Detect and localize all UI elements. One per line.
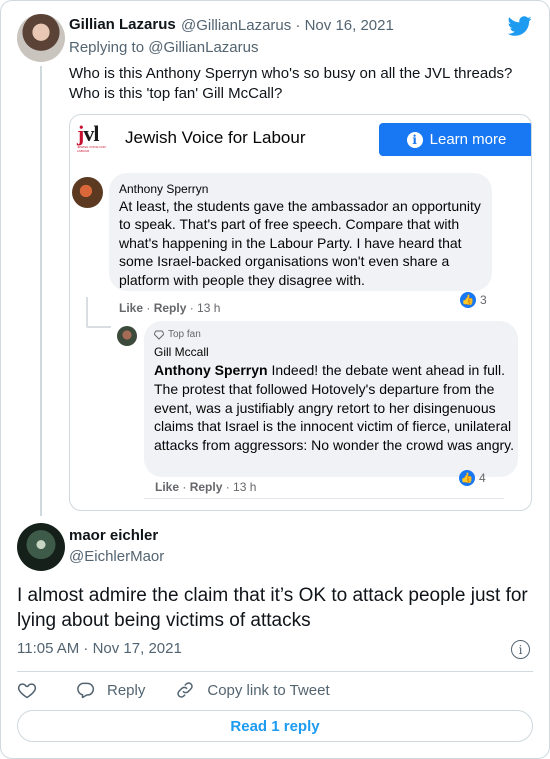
like-label: Like: [155, 480, 180, 494]
avatar[interactable]: [17, 14, 65, 62]
avatar: [117, 326, 137, 346]
reply-button[interactable]: Reply: [75, 680, 145, 700]
link-icon: [177, 682, 194, 698]
author-name[interactable]: Gillian Lazarus: [69, 16, 176, 33]
page-name: Jewish Voice for Labour: [125, 128, 306, 147]
mention: Anthony Sperryn: [154, 362, 268, 378]
reaction-count: 👍 3: [460, 292, 487, 308]
diamond-icon: [154, 330, 164, 340]
thread-line: [40, 66, 42, 516]
copy-link-label: Copy link to Tweet: [207, 681, 330, 699]
info-icon[interactable]: i: [511, 640, 530, 659]
copy-link-button[interactable]: Copy link to Tweet: [175, 680, 330, 700]
replying-to[interactable]: Replying to @GillianLazarus: [69, 39, 259, 56]
heart-icon: [17, 683, 37, 699]
reply-label: Reply: [107, 681, 146, 699]
reaction-number: 3: [480, 293, 487, 307]
top-fan-label: Top fan: [168, 329, 201, 340]
comment-text: Anthony Sperryn Indeed! the debate went …: [154, 361, 514, 455]
avatar[interactable]: [17, 523, 65, 571]
tweet-text-line: Who is this Anthony Sperryn who's so bus…: [69, 65, 513, 82]
comment-text: At least, the students gave the ambassad…: [119, 198, 481, 288]
comment-bubble: Top fan Gill Mccall Anthony Sperryn Inde…: [144, 321, 518, 477]
learn-more-button: i Learn more: [379, 123, 531, 156]
comment-age: 13 h: [233, 480, 257, 494]
embedded-image[interactable]: jvl JEWISH VOICE FOR LABOUR Jewish Voice…: [69, 114, 532, 511]
reaction-number: 4: [479, 471, 486, 485]
like-reaction-icon: 👍: [460, 292, 476, 308]
jvl-logo: jvl JEWISH VOICE FOR LABOUR: [77, 121, 106, 154]
reply-branch-line: [86, 297, 88, 327]
tweet-text-line: Who is this 'top fan' Gill McCall?: [69, 85, 283, 102]
info-icon: i: [406, 131, 423, 148]
like-button[interactable]: [17, 680, 37, 700]
reaction-count: 👍 4: [459, 470, 486, 486]
comment-author: Anthony Sperryn: [119, 182, 209, 196]
learn-more-label: Learn more: [429, 131, 507, 148]
tweet-text: I almost admire the claim that it’s OK t…: [17, 585, 528, 631]
reply-label: Reply: [153, 301, 187, 315]
divider: [144, 498, 504, 499]
comment-meta: Like · Reply · 13 h: [119, 301, 221, 315]
tweet-timestamp[interactable]: 11:05 AM · Nov 17, 2021: [17, 640, 182, 657]
author-handle-date[interactable]: @GillianLazarus · Nov 16, 2021: [181, 17, 394, 34]
tweet-text: Who is this Anthony Sperryn who's so bus…: [69, 64, 529, 104]
like-label: Like: [119, 301, 144, 315]
comment-meta: Like · Reply · 13 h: [155, 480, 257, 494]
author-name[interactable]: maor eichler: [69, 527, 158, 544]
reply-bubble-icon: [77, 682, 95, 699]
comment-author: Gill Mccall: [154, 345, 209, 359]
reply-label: Reply: [189, 480, 223, 494]
twitter-bird-icon[interactable]: [508, 14, 532, 38]
author-handle[interactable]: @EichlerMaor: [69, 548, 164, 565]
top-fan-badge: Top fan: [154, 329, 201, 340]
comment-age: 13 h: [197, 301, 221, 315]
divider: [17, 671, 533, 672]
reply-branch-line: [86, 326, 111, 328]
read-replies-button[interactable]: Read 1 reply: [17, 710, 533, 742]
avatar: [72, 177, 103, 208]
comment-bubble: Anthony Sperryn At least, the students g…: [109, 173, 492, 291]
like-reaction-icon: 👍: [459, 470, 475, 486]
action-bar: Reply Copy link to Tweet: [17, 680, 360, 700]
